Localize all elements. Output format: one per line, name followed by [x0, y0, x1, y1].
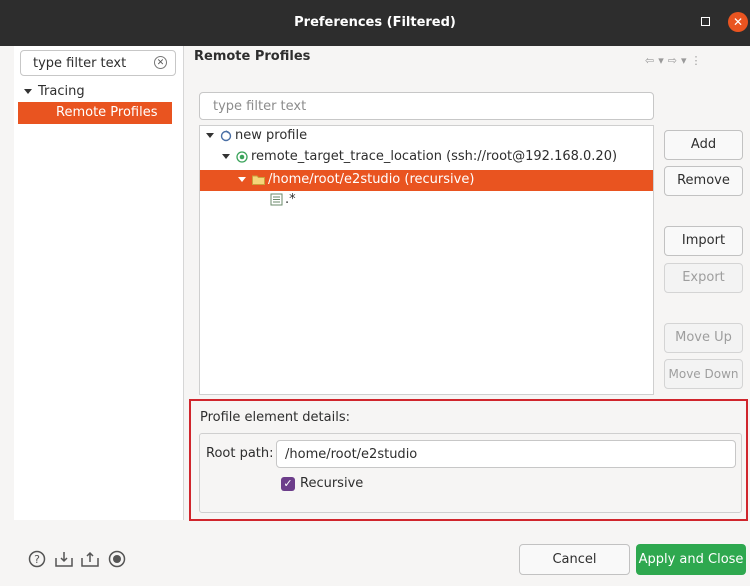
tree-item-file-pattern[interactable]: .* [270, 192, 296, 212]
maximize-icon[interactable] [701, 17, 710, 26]
forward-arrow-icon: ⇨ [667, 54, 681, 67]
back-arrow-icon: ⇦ [645, 54, 659, 67]
svg-text:?: ? [34, 553, 40, 566]
export-preferences-icon[interactable] [81, 550, 100, 568]
left-filter-text: type filter text [33, 56, 127, 71]
tree-item-remote-profiles[interactable]: Remote Profiles [18, 102, 172, 124]
file-pattern-label: .* [285, 192, 296, 207]
tree-item-path[interactable]: /home/root/e2studio (recursive) [200, 170, 653, 191]
connection-icon [236, 150, 248, 163]
back-menu-icon: ▾ [658, 54, 668, 67]
footer-icons: ? [28, 548, 129, 569]
tree-item-tracing[interactable]: Tracing [24, 84, 85, 99]
details-group: Root path: /home/root/e2studio ✓ Recursi… [199, 433, 742, 513]
expand-arrow-icon[interactable] [238, 177, 246, 182]
preference-tree-pane: type filter text ✕ Tracing Remote Profil… [14, 46, 184, 520]
record-icon[interactable] [108, 550, 126, 568]
add-button[interactable]: Add [664, 130, 743, 160]
cancel-button[interactable]: Cancel [519, 544, 630, 575]
tree-item-label: Remote Profiles [56, 105, 158, 120]
close-icon[interactable]: ✕ [728, 12, 748, 32]
left-filter-input[interactable]: type filter text ✕ [20, 50, 176, 76]
recursive-label: Recursive [300, 476, 364, 491]
move-down-button[interactable]: Move Down [664, 359, 743, 389]
folder-icon [252, 175, 265, 185]
navigation-arrows[interactable]: ⇦▾⇨▾⋮ [645, 54, 706, 67]
location-label: remote_target_trace_location (ssh://root… [251, 149, 618, 164]
root-path-value: /home/root/e2studio [285, 447, 418, 462]
more-options-icon: ⋮ [690, 54, 706, 67]
title-bar: Preferences (Filtered) ✕ [0, 0, 750, 46]
import-preferences-icon[interactable] [54, 550, 73, 568]
remove-button[interactable]: Remove [664, 166, 743, 196]
file-pattern-icon [270, 193, 283, 206]
expand-arrow-icon[interactable] [222, 154, 230, 159]
profile-element-details: Profile element details: Root path: /hom… [189, 399, 748, 521]
expand-arrow-icon[interactable] [206, 133, 214, 138]
export-button[interactable]: Export [664, 263, 743, 293]
recursive-checkbox[interactable]: ✓ [281, 477, 295, 491]
forward-menu-icon: ▾ [680, 54, 691, 67]
expand-arrow-icon[interactable] [24, 89, 32, 94]
move-up-button[interactable]: Move Up [664, 323, 743, 353]
root-path-label: Root path: [206, 446, 274, 461]
filter-placeholder: type filter text [213, 99, 307, 114]
profile-label: new profile [235, 128, 308, 143]
details-label: Profile element details: [200, 410, 350, 425]
page-title: Remote Profiles [194, 49, 311, 64]
tree-item-profile[interactable]: new profile [206, 128, 307, 148]
apply-and-close-button[interactable]: Apply and Close [636, 544, 746, 575]
import-button[interactable]: Import [664, 226, 743, 256]
path-label: /home/root/e2studio (recursive) [268, 172, 475, 187]
profiles-tree: new profile remote_target_trace_location… [199, 125, 654, 395]
help-icon[interactable]: ? [28, 550, 46, 568]
profiles-filter-input[interactable]: type filter text [199, 92, 654, 120]
root-path-input[interactable]: /home/root/e2studio [276, 440, 736, 468]
profile-icon [220, 129, 232, 141]
clear-filter-icon[interactable]: ✕ [154, 56, 167, 69]
window-title: Preferences (Filtered) [294, 15, 456, 30]
tree-item-label: Tracing [38, 84, 85, 99]
tree-item-location[interactable]: remote_target_trace_location (ssh://root… [222, 149, 617, 169]
